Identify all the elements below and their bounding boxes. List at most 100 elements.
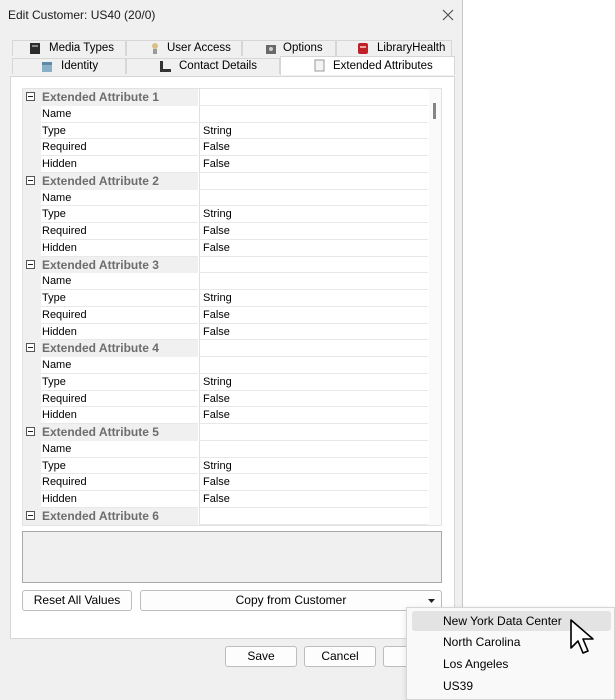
tab-label: Contact Details (179, 60, 257, 72)
property-value[interactable] (199, 105, 428, 123)
close-button[interactable] (436, 3, 460, 27)
extended-attributes-icon (314, 59, 325, 72)
row-gutter (23, 290, 41, 307)
property-value[interactable]: False (199, 474, 428, 491)
collapse-icon[interactable] (26, 427, 35, 436)
property-row[interactable]: Type String (23, 457, 428, 475)
property-row[interactable]: Name (23, 105, 428, 123)
property-row[interactable]: Required False (23, 306, 428, 324)
tab-options[interactable]: Options (242, 40, 336, 56)
collapse-icon[interactable] (26, 343, 35, 353)
tab-strip: Media Types User Access Options LibraryH… (10, 40, 455, 78)
property-row[interactable]: Type String (23, 290, 428, 307)
collapse-icon[interactable] (26, 175, 35, 185)
copy-from-customer-dropdown[interactable]: Copy from Customer (140, 590, 442, 611)
property-value[interactable]: False (199, 239, 428, 257)
property-row[interactable]: Required False (23, 223, 428, 240)
row-gutter (23, 440, 41, 458)
tab-identity[interactable]: Identity (12, 58, 126, 74)
tab-user-access[interactable]: User Access (126, 40, 242, 56)
edit-customer-dialog: Edit Customer: US40 (20/0) Media Types U… (0, 0, 463, 700)
property-value[interactable] (199, 357, 428, 374)
category-title: Extended Attribute 2 (41, 172, 198, 190)
property-value[interactable]: String (199, 373, 428, 391)
property-value[interactable]: String (199, 290, 428, 307)
property-value[interactable]: String (199, 457, 428, 475)
property-name: Required (41, 139, 198, 156)
category-value-cell (199, 507, 428, 525)
tab-media-types[interactable]: Media Types (12, 40, 126, 56)
reset-all-values-button[interactable]: Reset All Values (22, 590, 132, 611)
row-gutter (23, 373, 41, 391)
row-gutter (23, 340, 41, 357)
vertical-scrollbar[interactable] (429, 89, 441, 525)
property-row[interactable]: Name (23, 440, 428, 458)
property-value[interactable]: String (199, 206, 428, 223)
collapse-icon[interactable] (26, 259, 35, 269)
media-types-icon (30, 43, 40, 54)
property-row[interactable]: Type String (23, 122, 428, 140)
property-name: Name (41, 190, 198, 207)
options-icon (266, 45, 276, 54)
tab-library-health[interactable]: LibraryHealth (336, 40, 452, 56)
property-value[interactable]: False (199, 139, 428, 156)
row-gutter (23, 507, 41, 525)
property-row[interactable]: Hidden False (23, 323, 428, 341)
property-name: Hidden (41, 407, 198, 424)
property-name: Hidden (41, 324, 198, 341)
property-name: Type (41, 123, 198, 140)
collapse-icon[interactable] (26, 510, 35, 520)
tab-label: User Access (167, 42, 231, 54)
property-row[interactable]: Hidden False (23, 491, 428, 508)
property-value[interactable]: String (199, 122, 428, 140)
property-value[interactable]: False (199, 156, 428, 173)
property-name: Required (41, 223, 198, 240)
row-gutter (23, 357, 41, 374)
row-gutter (23, 89, 41, 106)
property-row[interactable]: Required False (23, 390, 428, 408)
property-value[interactable]: False (199, 491, 428, 508)
tab-label: Identity (61, 60, 99, 72)
property-row[interactable]: Hidden False (23, 407, 428, 424)
property-value[interactable]: False (199, 407, 428, 424)
row-gutter (23, 457, 41, 475)
title-bar[interactable]: Edit Customer: US40 (20/0) (0, 0, 463, 30)
property-row[interactable]: Name (23, 189, 428, 207)
category-row: Extended Attribute 3 (23, 256, 428, 274)
property-value[interactable] (199, 189, 428, 207)
property-name: Required (41, 474, 198, 491)
description-box (22, 531, 442, 583)
property-value[interactable] (199, 273, 428, 290)
tab-contact-details[interactable]: Contact Details (126, 58, 280, 74)
property-name: Name (41, 357, 198, 374)
property-row[interactable]: Hidden False (23, 239, 428, 257)
property-value[interactable]: False (199, 306, 428, 324)
scrollbar-thumb[interactable] (433, 103, 436, 119)
row-gutter (23, 239, 41, 257)
property-name: Name (41, 441, 198, 458)
collapse-icon[interactable] (26, 92, 35, 101)
row-gutter (23, 206, 41, 223)
property-row[interactable]: Type String (23, 373, 428, 391)
property-row[interactable]: Name (23, 273, 428, 290)
tab-extended-attributes[interactable]: Extended Attributes (280, 56, 455, 75)
tab-label: Media Types (49, 42, 114, 54)
property-value[interactable]: False (199, 223, 428, 240)
property-row[interactable]: Required False (23, 139, 428, 156)
property-row[interactable]: Type String (23, 206, 428, 223)
row-gutter (23, 189, 41, 207)
property-row[interactable]: Required False (23, 474, 428, 491)
property-value[interactable] (199, 440, 428, 458)
property-row[interactable]: Hidden False (23, 156, 428, 173)
property-grid[interactable]: Extended Attribute 1 Name Type String Requir… (22, 88, 442, 526)
save-button[interactable]: Save (225, 646, 297, 667)
cancel-button[interactable]: Cancel (304, 646, 376, 667)
category-title: Extended Attribute 3 (41, 256, 198, 274)
identity-icon (42, 62, 52, 72)
menu-item-us39[interactable]: US39 (412, 676, 611, 696)
tab-label: Options (283, 42, 323, 54)
property-value[interactable]: False (199, 390, 428, 408)
property-value[interactable]: False (199, 323, 428, 341)
property-row[interactable]: Name (23, 357, 428, 374)
copy-from-customer-label: Copy from Customer (235, 593, 347, 607)
